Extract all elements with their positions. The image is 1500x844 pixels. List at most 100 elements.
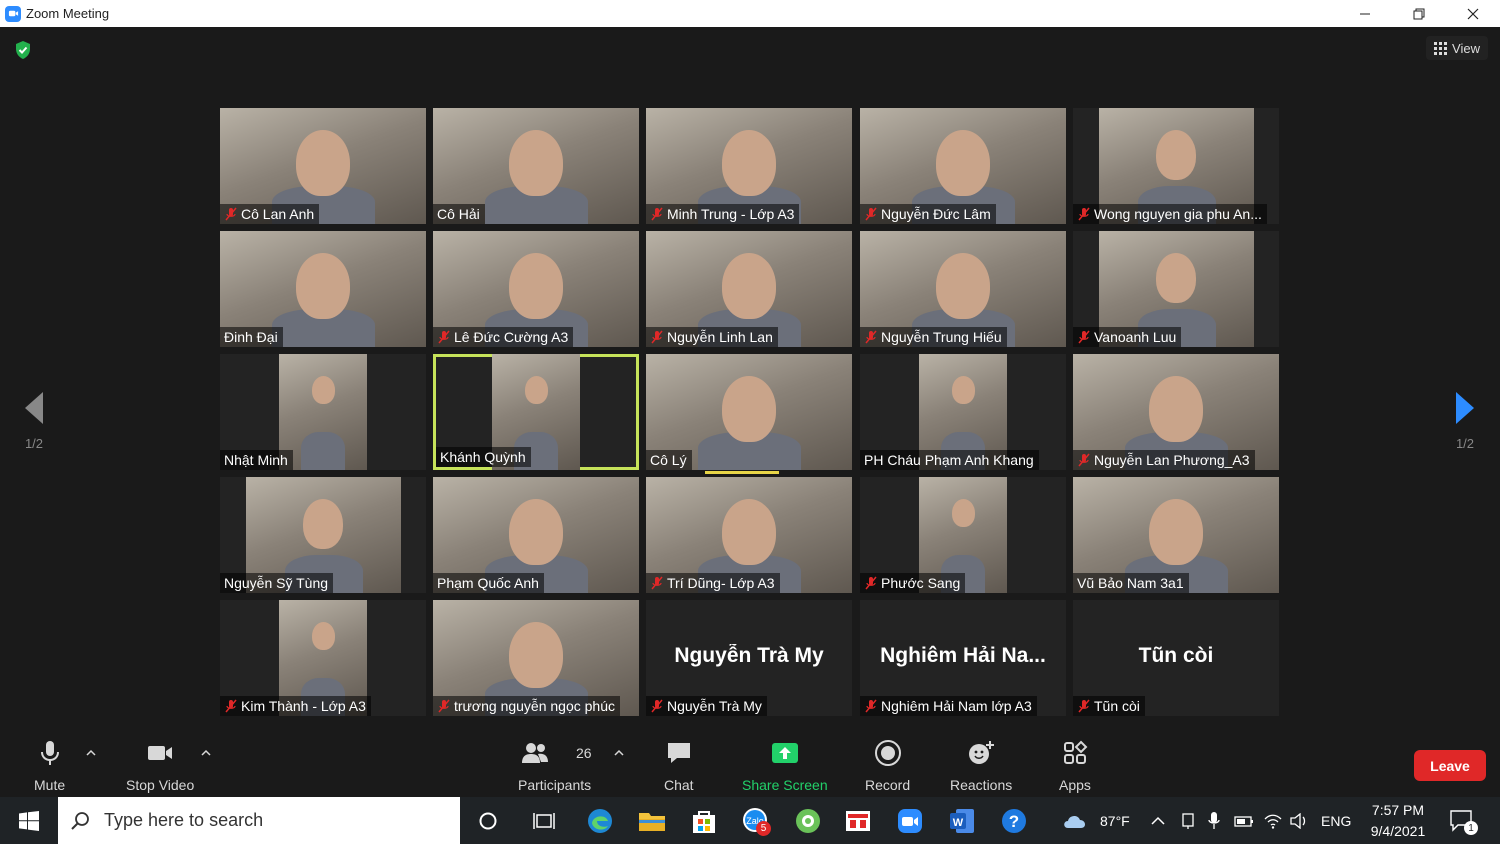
participant-tile[interactable]: Nhật Minh bbox=[220, 354, 426, 470]
taskbar-edge[interactable] bbox=[584, 805, 616, 837]
mute-button[interactable]: Mute bbox=[34, 739, 65, 793]
participant-tile[interactable]: Phước Sang bbox=[860, 477, 1066, 593]
snipping-tool-icon bbox=[846, 811, 870, 831]
person-head-shape bbox=[509, 130, 563, 196]
participant-name: Vũ Bảo Nam 3a1 bbox=[1077, 575, 1184, 591]
encryption-shield-icon[interactable] bbox=[14, 40, 32, 60]
participant-tile[interactable]: Nguyễn Trà My Nguyễn Trà My bbox=[646, 600, 852, 716]
record-button[interactable]: Record bbox=[865, 739, 910, 793]
reactions-smiley-icon bbox=[969, 741, 995, 764]
participant-nameplate: Nghiêm Hải Nam lớp A3 bbox=[860, 696, 1037, 716]
participant-name: trương nguyễn ngọc phúc bbox=[454, 698, 615, 714]
leave-button[interactable]: Leave bbox=[1414, 750, 1486, 781]
microphone-icon bbox=[40, 741, 59, 765]
taskbar-file-explorer[interactable] bbox=[636, 805, 668, 837]
muted-microphone-icon bbox=[650, 330, 664, 344]
next-page-button[interactable]: 1/2 bbox=[1445, 390, 1485, 451]
taskbar-zoom[interactable] bbox=[894, 805, 926, 837]
participant-tile[interactable]: Cô Hải bbox=[433, 108, 639, 224]
zoom-logo-icon bbox=[5, 5, 21, 22]
taskbar-help[interactable]: ? bbox=[998, 805, 1030, 837]
tray-device-icon[interactable] bbox=[1180, 797, 1196, 844]
tray-microphone[interactable] bbox=[1207, 797, 1221, 844]
window-title: Zoom Meeting bbox=[26, 6, 110, 21]
participant-tile[interactable]: Kim Thành - Lớp A3 bbox=[220, 600, 426, 716]
video-options-caret-icon[interactable] bbox=[201, 749, 211, 757]
participant-tile[interactable]: Vũ Bảo Nam 3a1 bbox=[1073, 477, 1279, 593]
person-head-shape bbox=[1149, 376, 1203, 442]
cortana-button[interactable] bbox=[472, 805, 504, 837]
participant-tile[interactable]: Nghiêm Hải Na... Nghiêm Hải Nam lớp A3 bbox=[860, 600, 1066, 716]
stop-video-button[interactable]: Stop Video bbox=[126, 739, 194, 793]
participant-tile[interactable]: Nguyễn Lan Phương_A3 bbox=[1073, 354, 1279, 470]
weather-widget[interactable]: 87°F bbox=[1062, 797, 1130, 844]
share-screen-button[interactable]: Share Screen bbox=[742, 739, 828, 793]
word-app-icon: W bbox=[950, 809, 974, 833]
tray-volume[interactable] bbox=[1290, 797, 1308, 844]
taskbar-snipping-tool[interactable] bbox=[842, 805, 874, 837]
participant-tile[interactable]: PH Cháu Phạm Anh Khang bbox=[860, 354, 1066, 470]
tray-battery[interactable] bbox=[1234, 797, 1254, 844]
taskbar-coccoc[interactable] bbox=[792, 805, 824, 837]
participant-name: Đinh Đại bbox=[224, 329, 278, 345]
show-hidden-icons-button[interactable] bbox=[1150, 797, 1166, 844]
participant-tile[interactable]: Nguyễn Linh Lan bbox=[646, 231, 852, 347]
participant-tile[interactable]: Cô Lý bbox=[646, 354, 852, 470]
participant-nameplate: Wong nguyen gia phu An... bbox=[1073, 204, 1267, 224]
participant-nameplate: Kim Thành - Lớp A3 bbox=[220, 696, 371, 716]
participants-options-caret-icon[interactable] bbox=[614, 749, 624, 757]
participant-tile[interactable]: Nguyễn Sỹ Tùng bbox=[220, 477, 426, 593]
apps-label: Apps bbox=[1059, 777, 1091, 793]
taskbar-clock[interactable]: 7:57 PM 9/4/2021 bbox=[1360, 800, 1436, 842]
minimize-button[interactable] bbox=[1338, 0, 1392, 27]
tray-language[interactable]: ENG bbox=[1321, 797, 1351, 844]
view-button[interactable]: View bbox=[1426, 36, 1488, 60]
svg-text:W: W bbox=[953, 817, 964, 829]
participant-tile[interactable]: Tũn còi Tũn còi bbox=[1073, 600, 1279, 716]
person-head-shape bbox=[952, 499, 975, 527]
participant-nameplate: Trí Dũng- Lớp A3 bbox=[646, 573, 780, 593]
apps-button[interactable]: Apps bbox=[1059, 739, 1091, 793]
muted-microphone-icon bbox=[650, 699, 664, 713]
action-center-button[interactable]: 1 bbox=[1448, 807, 1478, 835]
participant-tile[interactable]: Nguyễn Đức Lâm bbox=[860, 108, 1066, 224]
muted-microphone-icon bbox=[224, 699, 238, 713]
participant-tile[interactable]: Wong nguyen gia phu An... bbox=[1073, 108, 1279, 224]
participant-tile[interactable]: Lê Đức Cường A3 bbox=[433, 231, 639, 347]
previous-page-button[interactable]: 1/2 bbox=[14, 390, 54, 451]
reactions-button[interactable]: Reactions bbox=[950, 739, 1012, 793]
participant-nameplate: Phước Sang bbox=[860, 573, 966, 593]
muted-microphone-icon bbox=[224, 207, 238, 221]
apps-icon bbox=[1063, 740, 1088, 764]
participant-name: Phước Sang bbox=[881, 575, 961, 591]
participant-tile[interactable]: Cô Lan Anh bbox=[220, 108, 426, 224]
participant-tile[interactable]: Vanoanh Luu bbox=[1073, 231, 1279, 347]
person-head-shape bbox=[722, 130, 776, 196]
participant-tile[interactable]: Phạm Quốc Anh bbox=[433, 477, 639, 593]
person-head-shape bbox=[722, 376, 776, 442]
participant-tile[interactable]: trương nguyễn ngọc phúc bbox=[433, 600, 639, 716]
participant-tile[interactable]: Minh Trung - Lớp A3 bbox=[646, 108, 852, 224]
taskbar-zalo[interactable]: Zalo 5 bbox=[740, 805, 772, 837]
chat-button[interactable]: Chat bbox=[664, 739, 694, 793]
person-head-shape bbox=[952, 376, 975, 404]
tray-wifi[interactable] bbox=[1264, 797, 1282, 844]
task-view-button[interactable] bbox=[528, 805, 560, 837]
mute-label: Mute bbox=[34, 777, 66, 793]
view-label: View bbox=[1452, 40, 1480, 56]
restore-button[interactable] bbox=[1392, 0, 1446, 27]
microphone-in-use-icon bbox=[1208, 811, 1220, 829]
audio-options-caret-icon[interactable] bbox=[86, 749, 96, 757]
taskbar-store[interactable] bbox=[688, 805, 720, 837]
taskbar-word[interactable]: W bbox=[946, 805, 978, 837]
start-button[interactable] bbox=[0, 797, 57, 844]
participant-tile[interactable]: Nguyễn Trung Hiếu bbox=[860, 231, 1066, 347]
participant-tile[interactable]: Trí Dũng- Lớp A3 bbox=[646, 477, 852, 593]
person-head-shape bbox=[303, 499, 343, 549]
muted-microphone-icon bbox=[437, 330, 451, 344]
participant-tile[interactable]: Đinh Đại bbox=[220, 231, 426, 347]
close-window-button[interactable] bbox=[1446, 0, 1500, 27]
taskbar-search-box[interactable]: Type here to search bbox=[58, 797, 460, 844]
stop-video-label: Stop Video bbox=[126, 777, 195, 793]
participant-tile[interactable]: Khánh Quỳnh bbox=[433, 354, 639, 470]
